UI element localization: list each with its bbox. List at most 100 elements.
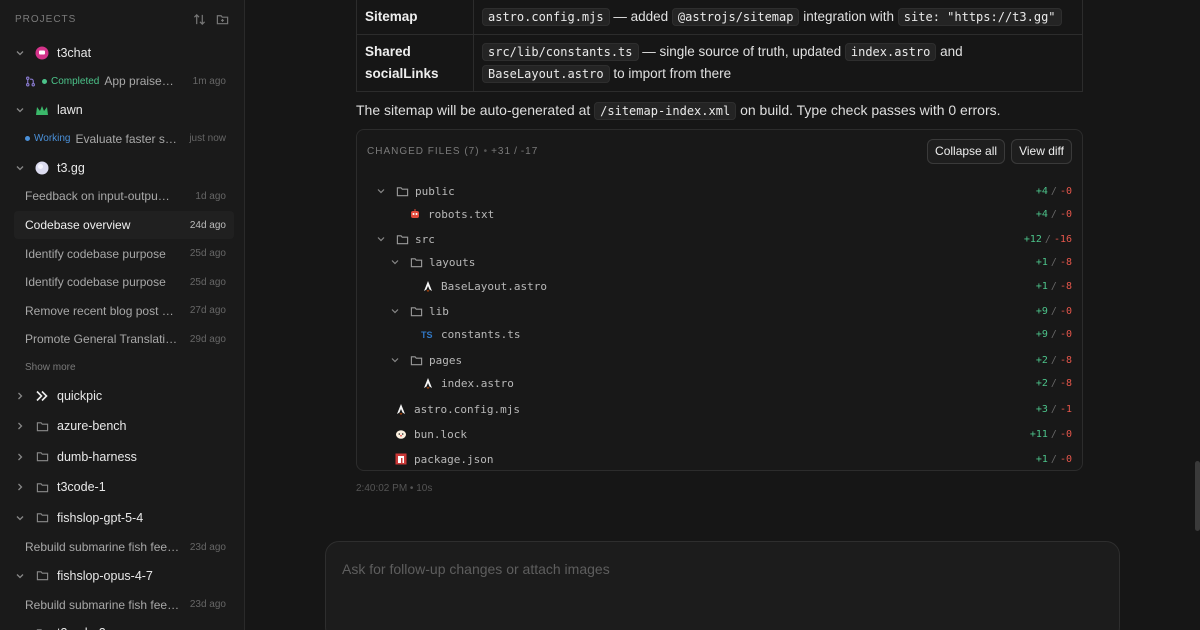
file-additions: +9 bbox=[1035, 328, 1048, 340]
inline-code: BaseLayout.astro bbox=[482, 65, 610, 83]
project-fishslop-gpt-5-4[interactable]: fishslop-gpt-5-4 bbox=[0, 503, 244, 533]
new-folder-icon[interactable] bbox=[215, 12, 229, 26]
thread-time: just now bbox=[189, 133, 226, 145]
thread-title: Evaluate faster s… bbox=[75, 131, 177, 146]
file-stats: +11/-0 bbox=[1030, 429, 1072, 440]
file-additions: +1 bbox=[1035, 256, 1048, 268]
message-meta: 2:40:02 PM • 10s bbox=[356, 483, 433, 494]
file-deletions: -0 bbox=[1059, 208, 1072, 220]
folder-row[interactable]: public +4/-0 bbox=[357, 180, 1072, 202]
changed-files-header: CHANGED FILES (7) • +31 / -17 Collapse a… bbox=[357, 130, 1082, 172]
thread-item-active[interactable]: Codebase overview 24d ago bbox=[14, 210, 234, 240]
file-deletions: -8 bbox=[1059, 256, 1072, 268]
chevron-down-icon bbox=[14, 512, 26, 524]
projects-heading: PROJECTS bbox=[15, 13, 77, 25]
thread-item[interactable]: Rebuild submarine fish fee… 23d ago bbox=[0, 590, 244, 619]
composer[interactable]: Ask for follow-up changes or attach imag… bbox=[325, 541, 1120, 630]
table-text: integration with bbox=[799, 9, 898, 24]
thread-item[interactable]: Identify codebase purpose 25d ago bbox=[0, 268, 244, 297]
slash: / bbox=[1044, 233, 1051, 245]
chevron-right-icon bbox=[14, 451, 26, 463]
svg-text:TS: TS bbox=[421, 330, 433, 340]
thread-item[interactable]: Identify codebase purpose 25d ago bbox=[0, 239, 244, 268]
file-row[interactable]: package.json +1/-0 bbox=[357, 448, 1072, 470]
astro-file-icon bbox=[421, 279, 435, 293]
project-t3code-1[interactable]: t3code-1 bbox=[0, 472, 244, 503]
file-additions: +1 bbox=[1035, 280, 1048, 292]
file-row[interactable]: robots.txt +4/-0 bbox=[357, 203, 1072, 225]
inline-code: @astrojs/sitemap bbox=[671, 8, 800, 26]
separator-dot: • bbox=[483, 145, 488, 157]
slash: / bbox=[1050, 185, 1057, 197]
table-text: and bbox=[936, 44, 963, 59]
file-deletions: -0 bbox=[1059, 185, 1072, 197]
file-deletions: -8 bbox=[1059, 354, 1072, 366]
file-row[interactable]: astro.config.mjs +3/-1 bbox=[357, 398, 1072, 420]
collapse-all-button[interactable]: Collapse all bbox=[927, 138, 1006, 164]
project-name: t3code-2 bbox=[57, 626, 106, 630]
thread-time: 23d ago bbox=[189, 599, 226, 611]
file-name: BaseLayout.astro bbox=[441, 279, 547, 293]
file-row[interactable]: bun.lock +11/-0 bbox=[357, 423, 1072, 445]
thread-time: 23d ago bbox=[189, 541, 226, 553]
folder-row[interactable]: layouts +1/-8 bbox=[357, 251, 1072, 273]
table-row: Shared socialLinks src/lib/constants.ts … bbox=[356, 34, 1083, 92]
slash: / bbox=[1050, 208, 1057, 220]
project-fishslop-opus-4-7[interactable]: fishslop-opus-4-7 bbox=[0, 561, 244, 590]
message-paragraph: The sitemap will be auto-generated at /s… bbox=[356, 99, 1001, 122]
composer-input[interactable]: Ask for follow-up changes or attach imag… bbox=[342, 561, 610, 577]
thread-item[interactable]: Remove recent blog post … 27d ago bbox=[0, 297, 244, 326]
thread-time: 27d ago bbox=[189, 305, 226, 317]
folder-icon bbox=[35, 480, 49, 494]
thread-item[interactable]: Completed App praise… 1m ago bbox=[0, 67, 244, 96]
slash: / bbox=[514, 145, 518, 157]
folder-row[interactable]: src +12/-16 bbox=[357, 228, 1072, 250]
folder-icon bbox=[409, 304, 423, 318]
file-row[interactable]: TS constants.ts +9/-0 bbox=[357, 323, 1072, 345]
file-stats: +9/-0 bbox=[1036, 329, 1072, 340]
file-additions: +4 bbox=[1035, 185, 1048, 197]
thread-item[interactable]: Promote General Translati… 29d ago bbox=[0, 325, 244, 354]
inline-code: src/lib/constants.ts bbox=[482, 43, 639, 61]
project-lawn[interactable]: lawn bbox=[0, 96, 244, 125]
chevron-right-icon bbox=[14, 481, 26, 493]
slash: / bbox=[1050, 256, 1057, 268]
file-row[interactable]: index.astro +2/-8 bbox=[357, 372, 1072, 394]
file-deletions: -16 bbox=[1053, 233, 1072, 245]
project-azure-bench[interactable]: azure-bench bbox=[0, 411, 244, 442]
project-quickpic[interactable]: quickpic bbox=[0, 381, 244, 411]
table-text: to import from there bbox=[609, 66, 732, 81]
table-text: — added bbox=[609, 9, 672, 24]
view-diff-button[interactable]: View diff bbox=[1011, 138, 1072, 164]
project-name: quickpic bbox=[57, 388, 103, 403]
chevron-right-icon bbox=[14, 420, 26, 432]
file-stats: +2/-8 bbox=[1036, 355, 1072, 366]
folder-row[interactable]: lib +9/-0 bbox=[357, 300, 1072, 322]
project-t3code-2[interactable]: t3code-2 bbox=[0, 619, 244, 630]
thread-time: 29d ago bbox=[189, 333, 226, 345]
file-name: bun.lock bbox=[414, 427, 467, 441]
folder-icon bbox=[35, 450, 49, 464]
chevron-down-icon bbox=[14, 104, 26, 116]
file-name: layouts bbox=[429, 255, 476, 269]
thread-title: Remove recent blog post … bbox=[25, 303, 174, 318]
show-more-link[interactable]: Show more bbox=[0, 354, 244, 381]
thread-title: Rebuild submarine fish fee… bbox=[25, 540, 180, 555]
file-name: src bbox=[415, 232, 435, 246]
file-name: public bbox=[415, 184, 455, 198]
thread-item[interactable]: Feedback on input-outpu… 1d ago bbox=[0, 182, 244, 211]
slash: / bbox=[1050, 354, 1057, 366]
sort-icon[interactable] bbox=[192, 12, 206, 26]
project-dumb-harness[interactable]: dumb-harness bbox=[0, 442, 244, 472]
scrollbar-thumb[interactable] bbox=[1195, 461, 1200, 531]
file-row[interactable]: BaseLayout.astro +1/-8 bbox=[357, 275, 1072, 297]
folder-row[interactable]: pages +2/-8 bbox=[357, 349, 1072, 371]
table-key: Sitemap bbox=[356, 0, 474, 35]
chevron-down-icon bbox=[376, 234, 386, 244]
project-t3chat[interactable]: t3chat bbox=[0, 38, 244, 67]
thread-item[interactable]: Working Evaluate faster s… just now bbox=[0, 125, 244, 154]
project-t3gg[interactable]: t3.gg bbox=[0, 153, 244, 182]
status-badge: Completed bbox=[42, 76, 99, 87]
table-value: astro.config.mjs — added @astrojs/sitema… bbox=[473, 0, 1083, 35]
thread-item[interactable]: Rebuild submarine fish fee… 23d ago bbox=[0, 533, 244, 562]
